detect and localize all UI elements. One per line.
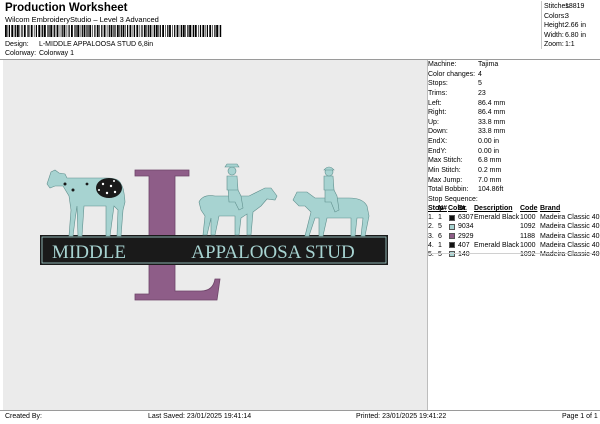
footer-last-saved: Last Saved: 23/01/2025 19:41:14 bbox=[148, 413, 252, 420]
info-row: Total Bobbin: 104.86ft bbox=[428, 186, 504, 194]
stop-sequence-row: 5. 5 140 1092 Madeira Classic 40 bbox=[428, 250, 600, 259]
info-row: Trims: 23 bbox=[428, 89, 486, 97]
appaloosa-horse bbox=[46, 169, 126, 237]
machine-info-panel: Machine: Tajima Color changes: 4 Stops: 5 T… bbox=[428, 60, 600, 410]
cell-stop: 3. bbox=[428, 232, 434, 240]
cell-st: 6307 bbox=[458, 214, 474, 222]
english-rider-horse bbox=[292, 166, 370, 237]
design-preview: MIDDLE APPALOOSA STUD bbox=[3, 60, 427, 410]
stat-width: Width: 6.80 in bbox=[544, 31, 586, 39]
cell-stop: 4. bbox=[428, 241, 434, 249]
col-num: N# bbox=[438, 204, 447, 212]
cell-description: Emerald Black bbox=[474, 214, 520, 222]
stop-sequence-row: 3. 6 2929 1188 Madeira Classic 40 bbox=[428, 232, 600, 241]
cell-st: 9034 bbox=[458, 223, 474, 231]
cell-brand: Madeira Classic 40 bbox=[540, 241, 600, 249]
footer-divider bbox=[0, 410, 600, 411]
color-swatch bbox=[449, 233, 455, 240]
cell-code: 1092 bbox=[520, 223, 536, 231]
footer-created-by: Created By: bbox=[5, 413, 42, 420]
col-st: St. bbox=[458, 204, 467, 212]
cell-num: 6 bbox=[438, 232, 442, 240]
info-row: Up: 33.8 mm bbox=[428, 118, 506, 126]
cell-st: 2929 bbox=[458, 232, 474, 240]
cell-code: 1000 bbox=[520, 241, 536, 249]
page-title: Production Worksheet bbox=[5, 2, 128, 14]
cell-code: 1188 bbox=[520, 232, 536, 240]
col-code: Code bbox=[520, 204, 538, 212]
info-row: Down: 33.8 mm bbox=[428, 128, 506, 136]
stats-divider bbox=[541, 1, 542, 49]
stop-sequence-header: Stop N# Color St. Description Code Brand bbox=[428, 204, 598, 213]
info-row: Stops: 5 bbox=[428, 80, 482, 88]
panel-table-divider bbox=[428, 253, 598, 254]
colorway-label: Colorway: bbox=[5, 50, 37, 57]
info-row: Machine: Tajima bbox=[428, 61, 499, 68]
colorway-row: Colorway: Colorway 1 bbox=[5, 50, 74, 57]
info-row: EndY: 0.00 in bbox=[428, 147, 500, 155]
color-swatch bbox=[449, 223, 455, 230]
cell-code: 1000 bbox=[520, 214, 536, 222]
info-row: Min Stitch: 0.2 mm bbox=[428, 167, 502, 175]
cell-brand: Madeira Classic 40 bbox=[540, 232, 600, 240]
colorway-value: Colorway 1 bbox=[38, 50, 74, 57]
cell-num: 5 bbox=[438, 250, 442, 258]
cell-num: 1 bbox=[438, 214, 442, 222]
info-row: Color changes: 4 bbox=[428, 70, 482, 78]
band-text-right: APPALOOSA STUD bbox=[191, 242, 355, 263]
cell-num: 1 bbox=[438, 241, 442, 249]
barcode bbox=[5, 25, 222, 37]
footer-page: Page 1 of 1 bbox=[562, 413, 598, 420]
software-subtitle: Wilcom EmbroideryStudio – Level 3 Advanc… bbox=[5, 15, 159, 24]
stop-sequence-row: 2. 5 9034 1092 Madeira Classic 40 bbox=[428, 222, 600, 231]
cell-brand: Madeira Classic 40 bbox=[540, 223, 600, 231]
color-swatch bbox=[449, 242, 455, 249]
stop-sequence-row: 1. 1 6307 Emerald Black 1000 Madeira Classic … bbox=[428, 213, 600, 222]
stats-block: Stitches: 18819 Colors: 3 Height: 2.66 i… bbox=[544, 2, 598, 50]
col-brand: Brand bbox=[540, 204, 561, 212]
color-swatch bbox=[449, 214, 455, 221]
band-text-left: MIDDLE bbox=[52, 242, 126, 263]
cell-stop: 5. bbox=[428, 250, 434, 258]
info-row: Max Jump: 7.0 mm bbox=[428, 176, 502, 184]
stop-sequence-row: 4. 1 407 Emerald Black 1000 Madeira Classic 4… bbox=[428, 241, 600, 250]
cell-stop: 2. bbox=[428, 223, 434, 231]
cell-st: 407 bbox=[458, 241, 470, 249]
stop-sequence-title: Stop Sequence: bbox=[428, 195, 478, 203]
col-description: Description bbox=[474, 204, 513, 212]
stat-zoom: Zoom: 1:1 bbox=[544, 41, 575, 49]
cell-brand: Madeira Classic 40 bbox=[540, 214, 600, 222]
cell-brand: Madeira Classic 40 bbox=[540, 250, 600, 258]
western-rider-horse bbox=[198, 163, 278, 236]
info-row: EndX: 0.00 in bbox=[428, 138, 500, 146]
design-value: L-MIDDLE APPALOOSA STUD 6,8in bbox=[38, 41, 154, 48]
embroidery-design: MIDDLE APPALOOSA STUD bbox=[40, 163, 388, 301]
stat-colors: Colors: 3 bbox=[544, 12, 569, 20]
design-row: Design: L-MIDDLE APPALOOSA STUD 6,8in bbox=[5, 41, 153, 48]
cell-num: 5 bbox=[438, 223, 442, 231]
cell-code: 1092 bbox=[520, 250, 536, 258]
stat-height: Height: 2.66 in bbox=[544, 22, 586, 30]
info-row: Max Stitch: 6.8 mm bbox=[428, 157, 502, 165]
cell-st: 140 bbox=[458, 250, 470, 258]
footer-printed: Printed: 23/01/2025 19:41:22 bbox=[356, 413, 447, 420]
info-row: Right: 86.4 mm bbox=[428, 109, 506, 117]
design-label: Design: bbox=[5, 41, 29, 48]
cell-description: Emerald Black bbox=[474, 241, 520, 249]
stat-stitches: Stitches: 18819 bbox=[544, 3, 585, 10]
cell-stop: 1. bbox=[428, 214, 434, 222]
info-row: Left: 86.4 mm bbox=[428, 99, 506, 107]
